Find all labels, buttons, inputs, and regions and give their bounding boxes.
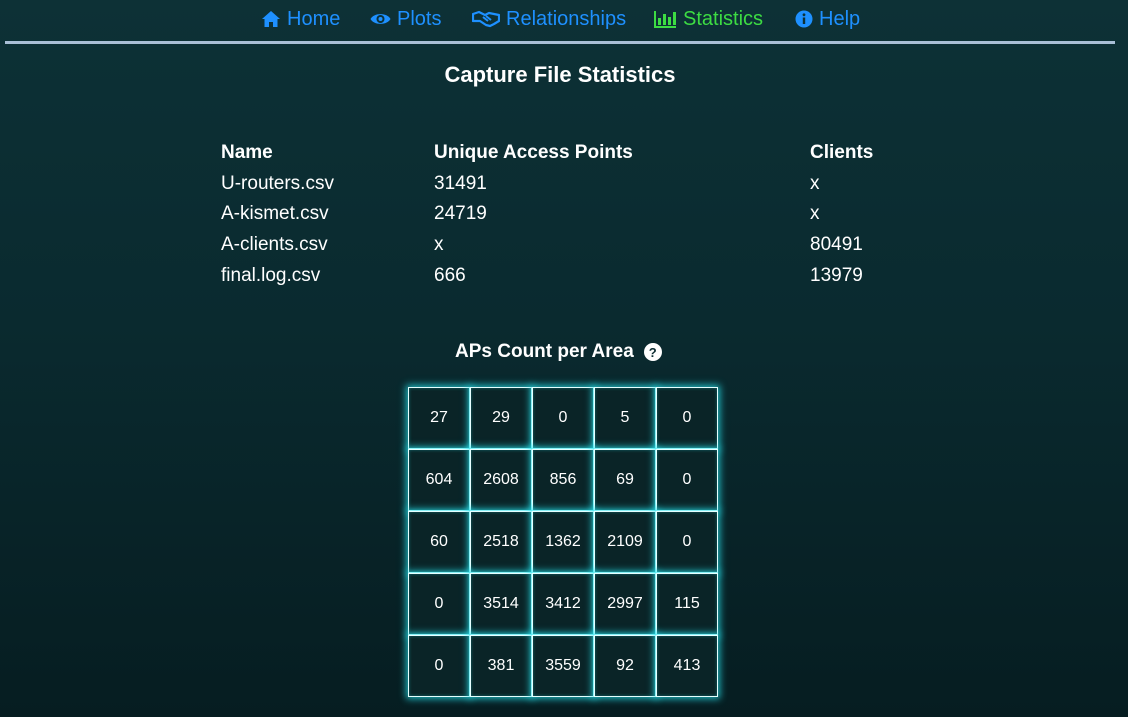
grid-cell: 413 [656,635,718,697]
grid-cell: 1362 [532,511,594,573]
grid-cell: 3514 [470,573,532,635]
nav-home[interactable]: Home [261,6,340,32]
page-title: Capture File Statistics [444,62,676,87]
table-cell-clients: 13979 [810,264,863,286]
grid-cell: 856 [532,449,594,511]
nav-help-label: Help [819,7,861,30]
grid-cell: 604 [408,449,470,511]
table-cell-unique-aps: 24719 [434,203,487,225]
grid-cell: 27 [408,387,470,449]
table-row: A-clients.csv x 80491 [221,230,921,261]
grid-cell: 2997 [594,573,656,635]
grid-cell: 2608 [470,449,532,511]
ap-grid-title: APs Count per Area [455,341,634,362]
capture-stats-table: Name Unique Access Points Clients U-rout… [221,138,921,291]
grid-cell: 0 [656,449,718,511]
column-header-unique-aps: Unique Access Points [434,142,633,163]
nav-home-label: Home [287,7,341,30]
eye-icon [370,11,391,27]
nav-plots-label: Plots [397,7,442,30]
table-cell-clients: 80491 [810,234,863,256]
grid-cell: 69 [594,449,656,511]
table-row: A-kismet.csv 24719 x [221,199,921,230]
table-cell-name: U-routers.csv [221,172,334,194]
nav-relationships[interactable]: Relationships [472,6,626,32]
table-row: final.log.csv 666 13979 [221,261,921,292]
nav-statistics-label: Statistics [683,7,764,30]
bar-chart-icon [654,10,677,28]
ap-count-grid: 27 29 0 5 0 604 2608 856 69 0 60 2518 1362 2109 0 0 3514… [408,387,718,697]
column-header-clients: Clients [810,142,874,163]
question-circle-icon[interactable]: ? [643,343,662,361]
grid-cell: 92 [594,635,656,697]
table-cell-clients: x [810,172,820,194]
grid-cell: 0 [656,511,718,573]
table-cell-unique-aps: 666 [434,264,466,286]
table-cell-clients: x [810,203,820,225]
grid-cell: 381 [470,635,532,697]
grid-cell: 0 [532,387,594,449]
grid-cell: 29 [470,387,532,449]
nav-divider [5,41,1115,44]
grid-cell: 2109 [594,511,656,573]
column-header-name: Name [221,142,273,163]
grid-cell: 0 [408,573,470,635]
nav-relationships-label: Relationships [506,7,627,30]
table-header-row: Name Unique Access Points Clients [221,138,921,169]
nav-plots[interactable]: Plots [370,6,441,32]
nav-statistics[interactable]: Statistics [654,6,763,32]
table-cell-name: final.log.csv [221,264,321,286]
grid-cell: 3559 [532,635,594,697]
info-circle-icon [795,10,813,28]
table-cell-name: A-clients.csv [221,234,328,256]
grid-cell: 0 [656,387,718,449]
table-cell-name: A-kismet.csv [221,203,329,225]
table-cell-unique-aps: x [434,234,444,256]
grid-cell: 60 [408,511,470,573]
ap-grid-heading: APs Count per Area ? [455,341,662,363]
grid-cell: 0 [408,635,470,697]
top-nav: Home Plots Relationships Statistics Help [0,0,1128,44]
nav-help[interactable]: Help [795,6,860,32]
grid-cell: 5 [594,387,656,449]
grid-cell: 115 [656,573,718,635]
handshake-icon [472,10,500,28]
grid-cell: 3412 [532,573,594,635]
table-row: U-routers.csv 31491 x [221,169,921,200]
grid-cell: 2518 [470,511,532,573]
table-cell-unique-aps: 31491 [434,172,487,194]
home-icon [261,10,281,28]
